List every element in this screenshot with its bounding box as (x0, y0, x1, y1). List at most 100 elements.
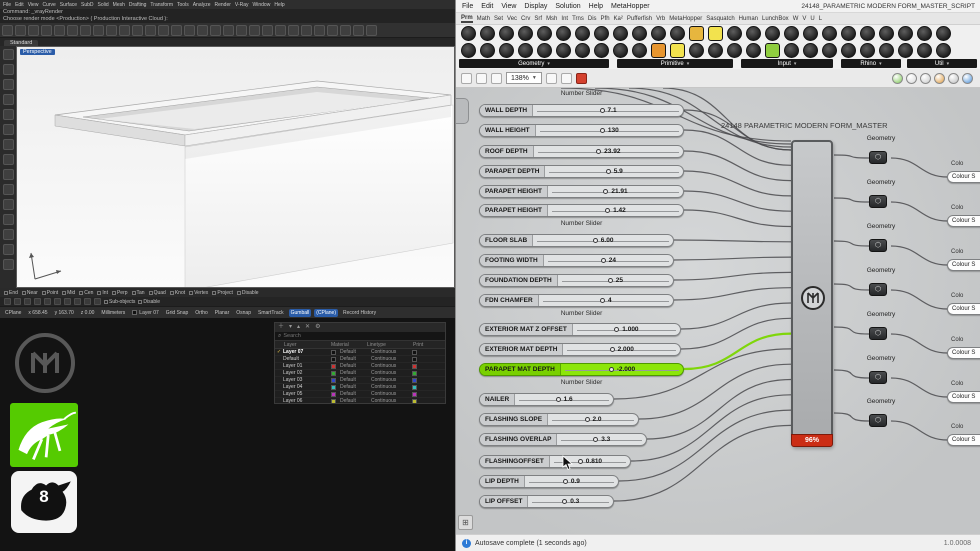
open-document-icon[interactable] (476, 72, 487, 84)
number-slider[interactable]: FDN CHAMFER 4 (479, 294, 674, 307)
menu-item[interactable]: Analyze (193, 2, 211, 8)
component-icon[interactable] (575, 43, 590, 58)
toolbar-icon[interactable] (132, 24, 143, 36)
layer-color-chip[interactable] (331, 377, 336, 383)
slider-track-area[interactable]: -2.000 (561, 364, 683, 375)
layer-row[interactable]: Layer 03 Default Continuous (275, 377, 445, 384)
tab-trns[interactable]: Trns (572, 16, 584, 22)
filter-icon[interactable] (54, 298, 61, 305)
number-slider[interactable]: WALL DEPTH 7.1 (479, 104, 684, 117)
geometry-param-icon[interactable]: ⬡ (869, 195, 887, 208)
rhino8-app-icon[interactable]: 8 (11, 471, 77, 533)
sidebar-tool-icon[interactable] (2, 214, 14, 225)
osnap-toggle[interactable]: Near (21, 290, 38, 296)
status-item[interactable]: Layer 07 (130, 309, 160, 317)
tab-u[interactable]: U (810, 16, 814, 22)
slider-knob[interactable] (593, 437, 599, 442)
filter-icon[interactable] (94, 298, 101, 305)
component-icon[interactable] (841, 26, 856, 41)
layer-print-chip[interactable] (412, 391, 417, 397)
tab-crv[interactable]: Crv (521, 16, 530, 22)
slider-track-area[interactable]: 3.3 (557, 434, 646, 445)
component-icon[interactable] (461, 26, 476, 41)
slider-track-area[interactable]: 24 (544, 255, 673, 266)
toolbar-icon[interactable] (223, 24, 234, 36)
component-icon[interactable] (461, 43, 476, 58)
component-icon[interactable] (480, 43, 495, 58)
menu-item[interactable]: File (3, 2, 11, 8)
osnap-toggle[interactable]: Disable (236, 290, 259, 296)
colour-swatch[interactable]: Colour S (947, 434, 980, 446)
toolbar-icon[interactable] (301, 24, 312, 36)
slider-knob[interactable] (584, 417, 590, 422)
component-icon[interactable] (518, 43, 533, 58)
layer-print-chip[interactable] (412, 363, 417, 369)
osnap-toggle[interactable]: Cen (79, 290, 93, 296)
geometry-param-icon[interactable]: ⬡ (869, 239, 887, 252)
tab-msh[interactable]: Msh (546, 16, 557, 22)
component-icon[interactable] (708, 26, 723, 41)
command-line[interactable]: Command: _vrayRender Choose render mode … (0, 9, 455, 23)
toolbar-icon[interactable] (288, 24, 299, 36)
status-item[interactable]: Gumball (288, 308, 312, 317)
slider-track-area[interactable]: 0.3 (528, 496, 613, 507)
slider-knob[interactable] (577, 459, 583, 464)
slider-track-area[interactable]: 130 (536, 125, 683, 136)
filter-toggle[interactable]: Disable (138, 299, 160, 305)
component-icon[interactable] (803, 43, 818, 58)
move-up-icon[interactable]: ▴ (297, 323, 300, 332)
layer-row[interactable]: ✓ Layer 07 Default Continuous (275, 349, 445, 356)
component-icon[interactable] (613, 43, 628, 58)
osnap-toggle[interactable]: Point (41, 290, 58, 296)
component-icon[interactable] (841, 43, 856, 58)
layer-print-chip[interactable] (412, 398, 417, 403)
number-slider[interactable]: FOUNDATION DEPTH 25 (479, 274, 674, 287)
component-icon[interactable] (860, 43, 875, 58)
filter-icon[interactable] (14, 298, 21, 305)
slider-track-area[interactable]: 1.000 (573, 324, 680, 335)
slider-track-area[interactable]: 2.000 (563, 344, 680, 355)
number-slider[interactable]: LIP OFFSET 0.3 (479, 495, 614, 508)
status-item[interactable]: Record History (341, 309, 378, 317)
slider-track-area[interactable]: 1.6 (515, 394, 613, 405)
osnap-toggle[interactable]: Perp (111, 290, 128, 296)
component-icon[interactable] (822, 26, 837, 41)
layer-color-chip[interactable] (331, 356, 336, 362)
status-item[interactable]: Planar (213, 309, 231, 317)
tab-dis[interactable]: Dis (588, 16, 597, 22)
component-icon[interactable] (556, 43, 571, 58)
layer-print-chip[interactable] (412, 349, 417, 355)
number-slider[interactable]: FLASHING SLOPE 2.0 (479, 413, 639, 426)
number-slider[interactable]: FLOOR SLAB 6.00 (479, 234, 674, 247)
menu-item[interactable]: Display (524, 3, 547, 10)
sidebar-tool-icon[interactable] (2, 109, 14, 120)
category-input[interactable]: Input ▾ (741, 59, 833, 68)
layers-search-input[interactable] (283, 333, 442, 339)
toolbar-icon[interactable] (93, 24, 104, 36)
toolbar-icon[interactable] (327, 24, 338, 36)
layer-print-chip[interactable] (412, 384, 417, 390)
osnap-toggle[interactable]: Int (97, 290, 108, 296)
component-icon[interactable] (689, 43, 704, 58)
component-icon[interactable] (936, 26, 951, 41)
filter-icon[interactable] (64, 298, 71, 305)
geometry-param-icon[interactable]: ⬡ (869, 283, 887, 296)
slider-knob[interactable] (603, 189, 609, 194)
layer-print-chip[interactable] (412, 356, 417, 362)
toolbar-icon[interactable] (41, 24, 52, 36)
zoom-extents-icon[interactable] (545, 72, 557, 84)
menu-item[interactable]: Solution (555, 3, 580, 10)
slider-knob[interactable] (599, 108, 605, 113)
paintbrush-icon[interactable] (575, 72, 587, 84)
number-slider[interactable]: ROOF DEPTH 23.92 (479, 145, 684, 158)
component-icon[interactable] (537, 26, 552, 41)
number-slider[interactable]: FLASHINGOFFSET 0.810 (479, 455, 631, 468)
component-icon[interactable] (499, 26, 514, 41)
osnap-toggle[interactable]: Knot (169, 290, 185, 296)
menu-item[interactable]: Drafting (129, 2, 147, 8)
toolbar-icon[interactable] (106, 24, 117, 36)
sidebar-tool-icon[interactable] (2, 169, 14, 180)
menu-item[interactable]: File (462, 3, 473, 10)
status-item[interactable]: z 0.00 (79, 309, 97, 317)
filter-icon[interactable] (4, 298, 11, 305)
